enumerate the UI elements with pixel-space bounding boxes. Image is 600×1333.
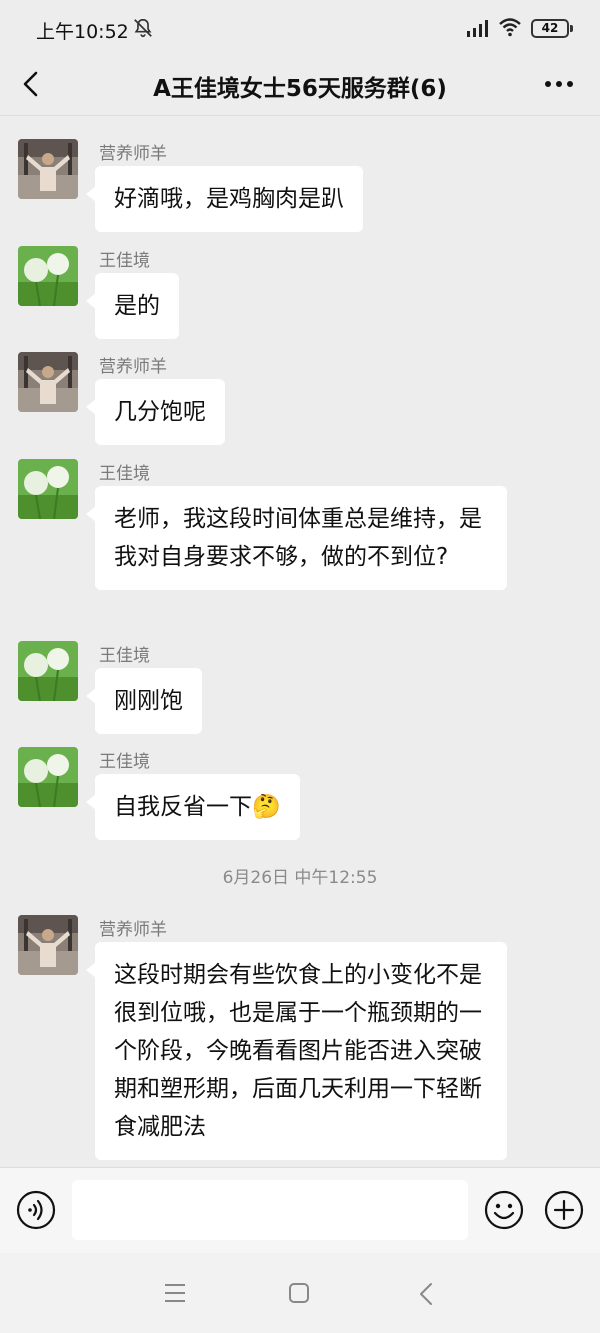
voice-icon[interactable] [16,1190,56,1230]
status-bar: 上午10:52 42 [0,0,600,58]
chat-timestamp: 6月26日 中午12:55 [222,868,378,888]
thinking-emoji: 🤔 [252,794,281,820]
message-text: 刚刚饱 [114,688,183,714]
chat-title: A王佳境女士56天服务群(6) [153,76,447,102]
message-input[interactable] [72,1180,468,1240]
nutritionist-avatar[interactable] [18,352,78,412]
message-text: 是的 [114,293,160,319]
message-text: 老师，我这段时间体重总是维持，是我对自身要求不够，做的不到位? [114,506,482,570]
message-bubble[interactable]: 好滴哦，是鸡胸肉是趴 [86,166,363,232]
bell-muted-icon [134,18,152,38]
system-nav-bar [0,1253,600,1333]
more-icon[interactable] [544,80,574,88]
chat-header: A王佳境女士56天服务群(6) [0,58,600,116]
sender-name: 营养师羊 [99,920,167,940]
signal-icon [467,20,488,37]
message-text: 好滴哦，是鸡胸肉是趴 [114,186,344,212]
chat-area[interactable]: 营养师羊 好滴哦，是鸡胸肉是趴 王佳境 是的 营养师羊 几分饱呢 王佳境 老师，… [0,117,600,1167]
battery-indicator: 42 [531,19,573,38]
emoji-icon[interactable] [484,1190,524,1230]
message-bubble[interactable]: 这段时期会有些饮食上的小变化不是很到位哦，也是属于一个瓶颈期的一个阶段，今晚看看… [86,942,507,1160]
message-text: 这段时期会有些饮食上的小变化不是很到位哦，也是属于一个瓶颈期的一个阶段，今晚看看… [114,962,482,1140]
nutritionist-avatar[interactable] [18,915,78,975]
message-bubble[interactable]: 老师，我这段时间体重总是维持，是我对自身要求不够，做的不到位? [86,486,507,590]
plus-icon[interactable] [544,1190,584,1230]
dandelion-avatar[interactable] [18,747,78,807]
message-bubble[interactable]: 是的 [86,273,179,339]
input-bar [0,1167,600,1253]
sender-name: 营养师羊 [99,357,167,377]
message-text: 自我反省一下 [114,794,252,820]
sender-name: 王佳境 [99,646,150,666]
message-bubble[interactable]: 几分饱呢 [86,379,225,445]
nav-back-icon[interactable] [418,1282,434,1306]
dandelion-avatar[interactable] [18,641,78,701]
dandelion-avatar[interactable] [18,246,78,306]
home-icon[interactable] [288,1282,310,1304]
menu-icon[interactable] [164,1283,186,1303]
nutritionist-avatar[interactable] [18,139,78,199]
sender-name: 营养师羊 [99,144,167,164]
message-text: 几分饱呢 [114,399,206,425]
sender-name: 王佳境 [99,464,150,484]
wifi-icon [499,18,521,37]
message-bubble[interactable]: 自我反省一下🤔 [86,774,300,840]
sender-name: 王佳境 [99,752,150,772]
dandelion-avatar[interactable] [18,459,78,519]
sender-name: 王佳境 [99,251,150,271]
status-time: 上午10:52 [36,21,129,43]
message-bubble[interactable]: 刚刚饱 [86,668,202,734]
back-icon[interactable] [18,70,46,98]
